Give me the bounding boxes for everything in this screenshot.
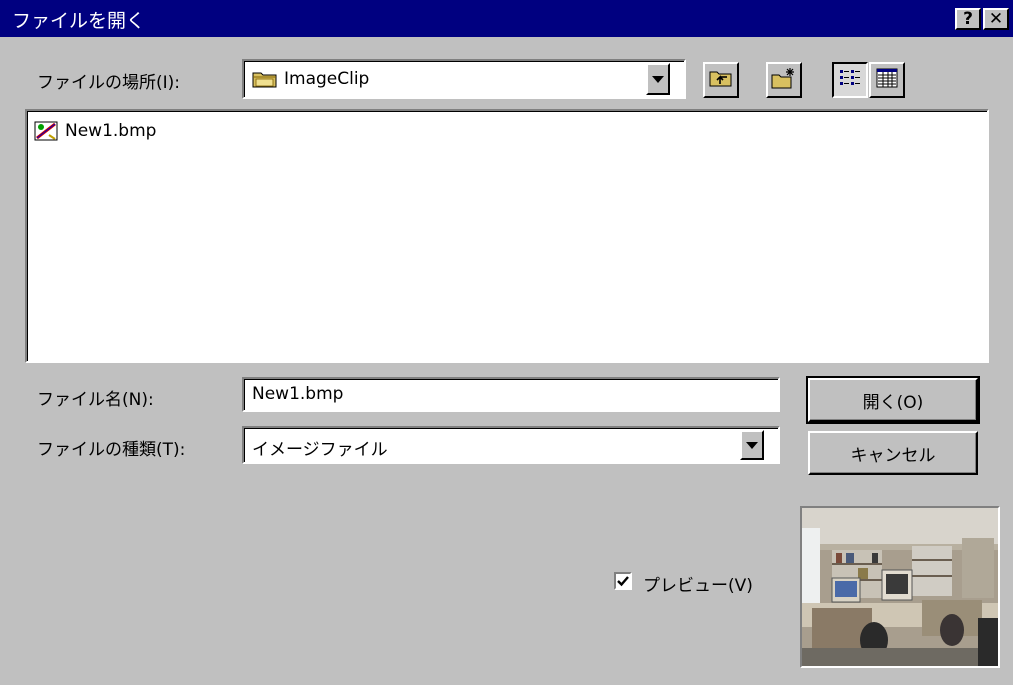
- title-bar[interactable]: ファイルを開く ? ✕: [0, 0, 1013, 37]
- preview-label: プレビュー(V): [643, 576, 753, 596]
- new-folder-button[interactable]: [766, 62, 802, 98]
- cancel-button[interactable]: キャンセル: [808, 431, 978, 475]
- file-name: New1.bmp: [65, 121, 157, 141]
- preview-checkbox[interactable]: [614, 572, 632, 590]
- up-folder-button[interactable]: [703, 62, 739, 98]
- filename-value: New1.bmp: [252, 384, 344, 404]
- details-view-icon: [876, 68, 898, 93]
- folder-icon: [252, 69, 278, 94]
- close-button[interactable]: ✕: [983, 8, 1009, 30]
- bitmap-file-icon: [33, 119, 61, 143]
- filename-label: ファイル名(N):: [37, 390, 154, 410]
- file-list[interactable]: New1.bmp: [25, 109, 989, 363]
- filename-input[interactable]: New1.bmp: [242, 377, 780, 412]
- location-label: ファイルの場所(I):: [37, 73, 181, 93]
- filetype-value: イメージファイル: [252, 440, 388, 460]
- chevron-down-icon: [652, 75, 664, 83]
- list-view-icon: [839, 68, 861, 93]
- chevron-down-icon: [746, 441, 758, 449]
- folder-up-icon: [709, 68, 733, 93]
- checkmark-icon: [617, 576, 629, 587]
- preview-image: [800, 506, 1000, 668]
- location-dropdown-arrow[interactable]: [646, 63, 670, 95]
- filetype-dropdown-arrow[interactable]: [740, 430, 764, 460]
- filetype-label: ファイルの種類(T):: [37, 440, 186, 460]
- help-button[interactable]: ?: [955, 8, 981, 30]
- location-dropdown[interactable]: ImageClip: [242, 59, 686, 99]
- location-value: ImageClip: [284, 69, 370, 89]
- open-button[interactable]: 開く(O): [806, 376, 980, 424]
- filetype-dropdown[interactable]: イメージファイル: [242, 426, 780, 464]
- new-folder-icon: [771, 67, 797, 94]
- details-view-button[interactable]: [869, 62, 905, 98]
- list-view-button[interactable]: [832, 62, 868, 98]
- list-item[interactable]: New1.bmp: [33, 119, 156, 143]
- window-title: ファイルを開く: [12, 10, 146, 32]
